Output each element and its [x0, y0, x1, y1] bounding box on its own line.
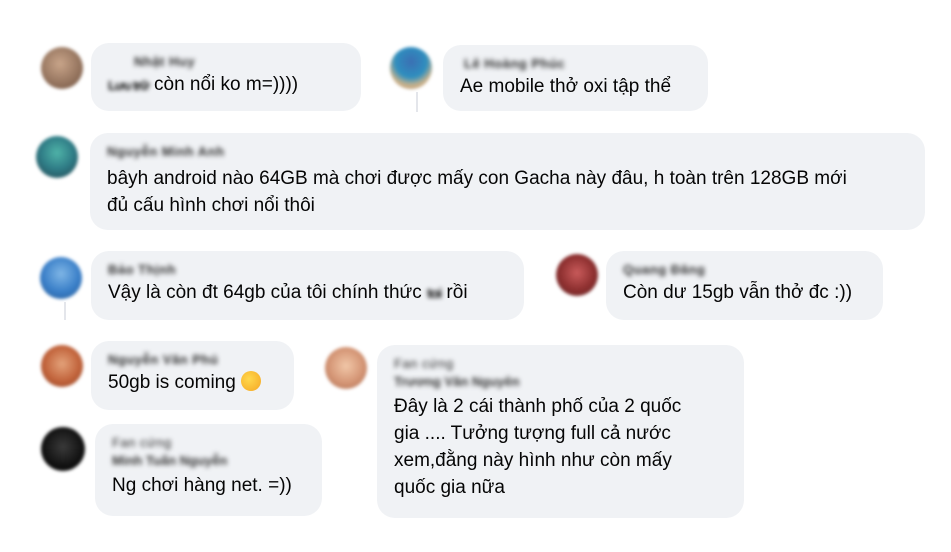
avatar[interactable] [390, 47, 432, 89]
avatar[interactable] [325, 347, 367, 389]
thread-line [64, 302, 66, 320]
comment-text: Vậy là còn đt 64gb của tôi chính thức to… [108, 279, 508, 307]
comment-text-line: gia .... Tưởng tượng full cả nước [394, 423, 671, 444]
comment-text-line: bâyh android nào 64GB mà chơi được mấy c… [107, 168, 847, 189]
comment-bubble: Fan cứng Trương Văn Nguyên Đây là 2 cái … [377, 345, 744, 518]
comment-bubble: Nguyễn Văn Phú 50gb is coming [91, 341, 294, 410]
comment-bubble: Nhật Huy Lưu trữ còn nổi ko m=)))) [91, 43, 361, 111]
comment-text-part: rồi [441, 282, 468, 303]
comment-text: Lưu trữ còn nổi ko m=)))) [108, 71, 345, 99]
comment-bubble: Fan cứng Minh Tuấn Nguyễn Ng chơi hàng n… [95, 424, 322, 516]
avatar[interactable] [40, 257, 82, 299]
commenter-name[interactable]: Lê Hoàng Phúc [460, 55, 692, 73]
top-fan-badge: Fan cứng [394, 356, 454, 371]
commenter-name[interactable]: Bảo Thịnh [108, 261, 508, 279]
comment-text-line: đủ cấu hình chơi nổi thôi [107, 195, 315, 216]
comment-text: Ae mobile thở oxi tập thể [460, 76, 672, 97]
comment-text-line: xem,đằng này hình như còn mấy [394, 450, 672, 471]
comment-text: 50gb is coming [108, 369, 278, 396]
comment-bubble: Lê Hoàng Phúc Ae mobile thở oxi tập thể [443, 45, 708, 111]
laughing-emoji-icon [241, 371, 262, 391]
comment-text-part: Vậy là còn đt 64gb của tôi chính thức [108, 282, 428, 303]
hidden-word: Lưu trữ [108, 78, 150, 93]
comment-bubble: Bảo Thịnh Vậy là còn đt 64gb của tôi chí… [91, 251, 524, 320]
commenter-name[interactable]: Quang Đăng [623, 261, 867, 279]
comment-bubble: Nguyễn Minh Anh bâyh android nào 64GB mà… [90, 133, 925, 230]
comment-bubble: Quang Đăng Còn dư 15gb vẫn thở đc :)) [606, 251, 883, 320]
comment-text-part: còn nổi ko m=)))) [148, 74, 299, 95]
avatar[interactable] [556, 254, 598, 296]
avatar[interactable] [41, 345, 83, 387]
thread-line [416, 92, 418, 112]
commenter-name[interactable]: Nguyễn Minh Anh [107, 143, 909, 161]
avatar[interactable] [36, 136, 78, 178]
commenter-name[interactable]: Trương Văn Nguyên [394, 373, 728, 391]
top-fan-badge: Fan cứng [112, 435, 172, 450]
commenter-name[interactable]: Minh Tuấn Nguyễn [112, 452, 306, 470]
avatar[interactable] [41, 427, 85, 471]
comment-text-line: Đây là 2 cái thành phố của 2 quốc [394, 396, 682, 417]
commenter-name[interactable]: Nguyễn Văn Phú [108, 351, 278, 369]
comment-text-line: quốc gia nữa [394, 477, 505, 498]
comment-text: Ng chơi hàng net. =)) [112, 475, 292, 496]
comment-text: Còn dư 15gb vẫn thở đc :)) [623, 282, 853, 303]
hidden-word: toi [427, 285, 442, 301]
avatar[interactable] [41, 47, 83, 89]
commenter-name[interactable]: Nhật Huy [108, 53, 345, 71]
comment-text-part: 50gb is coming [108, 372, 242, 393]
